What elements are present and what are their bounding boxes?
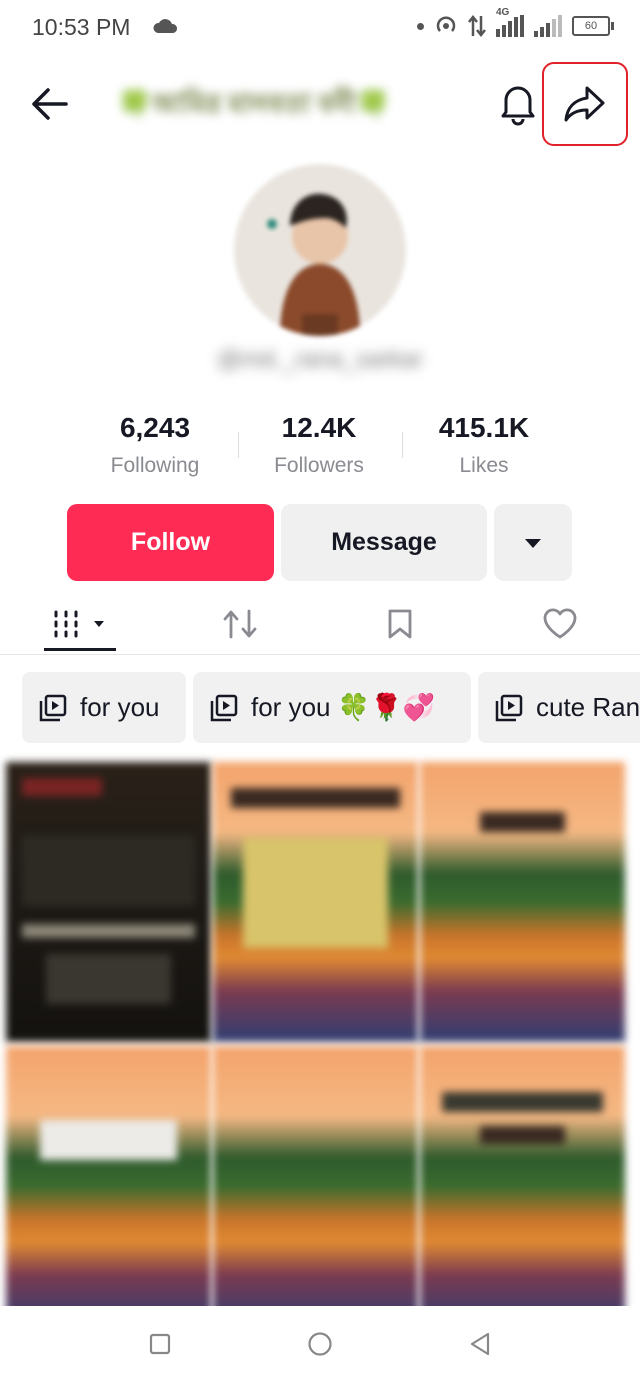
bell-icon (501, 86, 535, 126)
active-tab-indicator (44, 648, 116, 651)
back-button[interactable] (26, 82, 74, 126)
playlist-chip[interactable]: for you (22, 672, 186, 743)
nav-back-icon[interactable] (468, 1331, 492, 1357)
status-time: 10:53 PM (32, 14, 131, 40)
tab-reposts[interactable] (200, 596, 280, 652)
bookmark-icon (388, 609, 412, 639)
playlist-label: for you (80, 692, 160, 722)
network-label: 4G (496, 7, 510, 18)
following-label: Following (110, 454, 200, 477)
tab-favorites[interactable] (360, 596, 440, 652)
video-thumbnail[interactable] (213, 762, 418, 1042)
following-count: 6,243 (119, 412, 191, 443)
avatar-illustration (267, 193, 360, 336)
playlist-icon (39, 694, 67, 721)
back-arrow-icon (32, 88, 68, 120)
video-thumbnail[interactable] (420, 762, 625, 1042)
chevron-down-icon (525, 538, 541, 548)
notifications-button[interactable] (496, 80, 540, 126)
followers-label: Followers (274, 454, 364, 477)
playlist-chip[interactable]: for you 🍀🌹💞 (193, 672, 471, 743)
tab-videos[interactable] (40, 596, 120, 652)
repost-icon (223, 609, 257, 639)
playlist-icon (210, 694, 238, 721)
playlist-icon (495, 694, 523, 721)
stat-likes[interactable]: 415.1K Likes (404, 412, 564, 478)
followers-count: 12.4K (281, 412, 357, 443)
tab-liked[interactable] (520, 596, 600, 652)
playlist-label: cute Ran (536, 692, 640, 722)
tabs-divider (0, 654, 640, 655)
header-title: 🍀আমির মানবতা বনী🍀 (118, 89, 391, 119)
message-button[interactable]: Message (281, 504, 487, 581)
stat-followers[interactable]: 12.4K Followers (239, 412, 399, 478)
avatar[interactable] (234, 164, 406, 336)
nav-recents-icon[interactable] (148, 1332, 172, 1356)
heart-icon (543, 608, 577, 639)
share-button[interactable] (542, 62, 628, 146)
stat-following[interactable]: 6,243 Following (75, 412, 235, 478)
signal-icon (534, 15, 562, 37)
video-thumbnail[interactable] (213, 1046, 418, 1326)
nav-home-icon[interactable] (307, 1331, 333, 1357)
username: @md._rana_sarkar (217, 346, 423, 373)
playlist-label: for you 🍀🌹💞 (251, 692, 435, 722)
battery-icon: 60 (572, 16, 614, 36)
video-thumbnail[interactable] (6, 1046, 211, 1326)
signal-4g-icon: 4G (496, 7, 524, 37)
likes-count: 415.1K (438, 412, 530, 443)
system-navigation-bar (0, 1306, 640, 1386)
likes-label: Likes (459, 454, 509, 477)
cloud-icon (153, 19, 178, 33)
more-options-button[interactable] (494, 504, 572, 581)
status-icons: 4G 60 (417, 7, 614, 38)
notification-dot-icon (417, 22, 424, 30)
follow-button[interactable]: Follow (67, 504, 274, 581)
playlist-chip[interactable]: cute Ran (478, 672, 640, 743)
videos-grid-icon (54, 610, 104, 638)
stat-divider (402, 432, 403, 458)
video-thumbnail[interactable] (6, 762, 211, 1042)
video-thumbnail[interactable] (420, 1046, 625, 1326)
hotspot-icon (436, 16, 456, 32)
data-arrows-icon (468, 14, 486, 38)
share-icon (564, 86, 605, 122)
